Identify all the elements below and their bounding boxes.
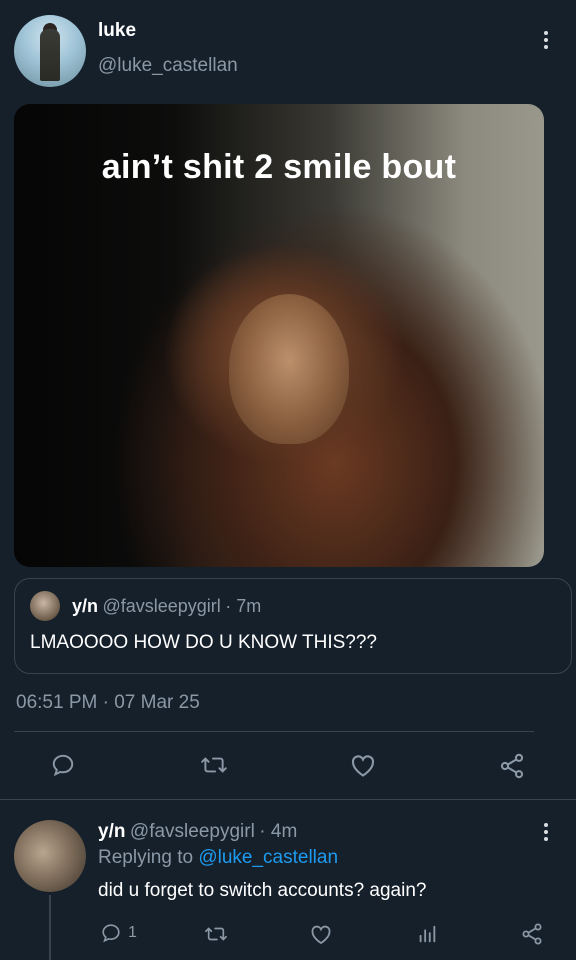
like-button[interactable] xyxy=(349,752,377,778)
reply-like-button[interactable] xyxy=(309,923,333,945)
tweet-image[interactable]: ain’t shit 2 smile bout xyxy=(14,104,544,567)
author-avatar[interactable] xyxy=(14,15,86,87)
reply-analytics-button[interactable] xyxy=(416,923,438,945)
share-button[interactable] xyxy=(498,752,526,780)
reply-header: y/n @favsleepygirl · 4m xyxy=(98,821,297,843)
reply-time: · 4m xyxy=(259,821,298,842)
like-icon xyxy=(351,755,375,777)
reply-more-options-icon[interactable] xyxy=(544,823,548,841)
quoted-handle: @favsleepygirl xyxy=(102,596,221,616)
reply-author-name[interactable]: y/n xyxy=(98,821,125,842)
replying-to-link[interactable]: @luke_castellan xyxy=(198,847,338,868)
reply-icon xyxy=(102,924,120,943)
retweet-button[interactable] xyxy=(200,752,228,778)
tweet-timestamp: 06:51 PM · 07 Mar 25 xyxy=(16,692,200,713)
quoted-tweet[interactable] xyxy=(14,578,572,674)
retweet-icon xyxy=(201,757,227,773)
avatar-figure-body xyxy=(40,29,60,81)
author-name[interactable]: luke xyxy=(98,20,136,42)
quoted-time: · 7m xyxy=(225,596,262,616)
quoted-avatar xyxy=(30,591,60,621)
replying-to: Replying to @luke_castellan xyxy=(98,847,338,869)
thread-line xyxy=(49,895,51,960)
reply-author-handle[interactable]: @favsleepygirl xyxy=(130,821,255,842)
analytics-icon xyxy=(419,925,436,943)
divider xyxy=(14,731,534,732)
author-handle[interactable]: @luke_castellan xyxy=(98,55,238,77)
section-divider xyxy=(0,799,576,800)
more-options-icon[interactable] xyxy=(544,31,548,49)
share-icon xyxy=(500,753,524,779)
reply-retweet-button[interactable] xyxy=(204,923,228,945)
quoted-name: y/n xyxy=(72,596,99,616)
share-icon xyxy=(522,923,542,945)
replying-prefix: Replying to xyxy=(98,847,194,868)
reply-reply-button[interactable]: 1 xyxy=(100,922,137,944)
reply-button[interactable] xyxy=(50,752,76,778)
orangutan-face xyxy=(229,294,349,444)
like-icon xyxy=(311,925,331,945)
quoted-header: y/n @favsleepygirl · 7m xyxy=(72,596,261,617)
retweet-icon xyxy=(205,927,227,941)
reply-share-button[interactable] xyxy=(520,922,544,946)
reply-count: 1 xyxy=(128,924,137,941)
reply-text: did u forget to switch accounts? again? xyxy=(98,880,427,901)
image-caption: ain’t shit 2 smile bout xyxy=(101,148,457,186)
reply-author-avatar[interactable] xyxy=(14,820,86,892)
quoted-text: LMAOOOO HOW DO U KNOW THIS??? xyxy=(30,632,377,653)
reply-icon xyxy=(52,754,74,777)
